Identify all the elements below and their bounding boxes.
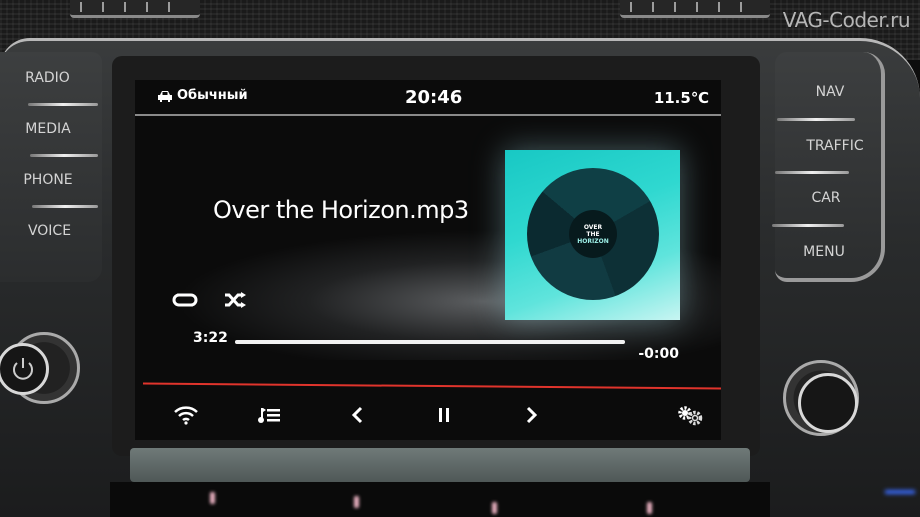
button-divider xyxy=(30,154,98,157)
tune-knob-cap xyxy=(798,373,858,433)
driving-profile[interactable]: Обычный xyxy=(157,88,248,103)
settings-icon xyxy=(678,406,703,426)
next-icon xyxy=(526,406,538,424)
media-button[interactable]: MEDIA xyxy=(18,121,78,137)
playlist-icon xyxy=(258,408,280,423)
traffic-button[interactable]: TRAFFIC xyxy=(800,138,870,154)
lower-console xyxy=(110,482,770,517)
shuffle-button[interactable] xyxy=(223,292,247,312)
pause-button[interactable] xyxy=(429,402,459,428)
next-button[interactable] xyxy=(517,402,547,428)
indicator-light xyxy=(492,502,497,514)
wifi-icon xyxy=(174,406,198,425)
wifi-button[interactable] xyxy=(171,402,201,428)
indicator-light xyxy=(647,502,652,514)
button-divider xyxy=(777,118,855,121)
previous-icon xyxy=(351,406,363,424)
bottom-toolbar xyxy=(135,390,721,440)
progress-bar[interactable] xyxy=(235,340,625,344)
profile-label: Обычный xyxy=(177,88,248,103)
blue-indicator-light xyxy=(885,490,915,494)
indicator-light xyxy=(210,492,215,504)
lower-trim xyxy=(130,448,750,482)
button-divider xyxy=(775,171,849,174)
phone-button[interactable]: PHONE xyxy=(18,172,78,188)
air-vent-left[interactable] xyxy=(70,0,200,18)
progress-fill xyxy=(235,340,625,344)
album-art[interactable]: OVER THE HORIZON xyxy=(505,150,680,320)
settings-button[interactable] xyxy=(675,402,705,428)
car-icon xyxy=(158,90,172,102)
album-disc-graphic: OVER THE HORIZON xyxy=(527,168,659,300)
menu-button[interactable]: MENU xyxy=(796,244,852,260)
previous-button[interactable] xyxy=(342,402,372,428)
button-divider xyxy=(772,224,844,227)
radio-button[interactable]: RADIO xyxy=(20,70,75,86)
status-divider xyxy=(135,114,721,116)
elapsed-time: 3:22 xyxy=(193,330,228,346)
clock: 20:46 xyxy=(405,87,463,108)
track-title: Over the Horizon.mp3 xyxy=(213,196,469,224)
watermark: VAG-Coder.ru xyxy=(782,8,911,32)
left-button-panel xyxy=(0,52,102,282)
pause-icon xyxy=(439,408,449,422)
status-bar: Обычный 20:46 11.5℃ xyxy=(135,80,721,112)
repeat-icon xyxy=(172,293,198,307)
air-vent-right[interactable] xyxy=(620,0,770,18)
playlist-button[interactable] xyxy=(255,402,285,428)
indicator-light xyxy=(354,496,359,508)
shuffle-icon xyxy=(225,292,246,308)
tune-knob[interactable] xyxy=(783,360,859,436)
accent-divider xyxy=(143,382,721,390)
remaining-time: -0:00 xyxy=(638,346,679,362)
voice-button[interactable]: VOICE xyxy=(22,223,77,239)
nav-button[interactable]: NAV xyxy=(800,84,860,100)
volume-knob[interactable] xyxy=(0,332,80,404)
album-art-text: OVER THE HORIZON xyxy=(569,210,617,258)
button-divider xyxy=(28,103,98,106)
power-icon xyxy=(13,358,33,380)
power-button[interactable] xyxy=(0,343,49,395)
repeat-button[interactable] xyxy=(171,292,199,312)
outside-temperature: 11.5℃ xyxy=(653,89,709,107)
infotainment-screen: Обычный 20:46 11.5℃ Over the Horizon.mp3… xyxy=(135,80,721,440)
button-divider xyxy=(32,205,98,208)
car-button[interactable]: CAR xyxy=(800,190,852,206)
